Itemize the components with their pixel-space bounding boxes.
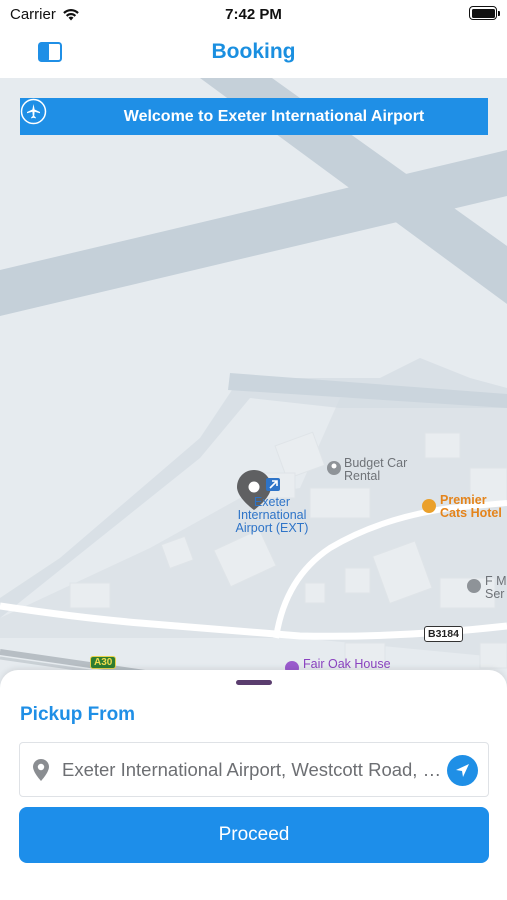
pickup-value: Exeter International Airport, Westcott R… bbox=[62, 759, 442, 780]
airplane-icon bbox=[20, 98, 47, 125]
welcome-banner: Welcome to Exeter International Airport bbox=[20, 98, 488, 135]
sheet-grabber[interactable] bbox=[236, 680, 272, 685]
battery-icon bbox=[469, 6, 500, 20]
road-b3184-badge: B3184 bbox=[424, 626, 463, 642]
navigation-arrow-icon bbox=[456, 764, 469, 777]
status-bar: Carrier 7:42 PM bbox=[0, 0, 507, 28]
airport-label[interactable]: Exeter International Airport (EXT) bbox=[228, 496, 316, 535]
booking-sheet: Pickup From Exeter International Airport… bbox=[0, 670, 507, 900]
nav-bar: Booking bbox=[0, 28, 507, 78]
pickup-label: Pickup From bbox=[20, 704, 136, 725]
clock: 7:42 PM bbox=[225, 6, 282, 23]
fm-service-label[interactable]: F M Ser bbox=[485, 575, 507, 601]
current-location-button[interactable] bbox=[447, 755, 478, 786]
pickup-field[interactable]: Exeter International Airport, Westcott R… bbox=[19, 742, 489, 797]
premier-cats-hotel-label[interactable]: Premier Cats Hotel bbox=[440, 494, 502, 520]
road-a30-badge: A30 bbox=[90, 656, 117, 669]
map-canvas bbox=[0, 78, 507, 686]
proceed-button[interactable]: Proceed bbox=[19, 807, 489, 863]
location-pin-icon bbox=[33, 759, 49, 781]
map-view[interactable]: Welcome to Exeter International Airport … bbox=[0, 78, 507, 700]
page-title: Booking bbox=[211, 40, 296, 63]
welcome-text: Welcome to Exeter International Airport bbox=[123, 107, 425, 125]
budget-car-rental-label[interactable]: Budget Car Rental bbox=[344, 457, 407, 483]
